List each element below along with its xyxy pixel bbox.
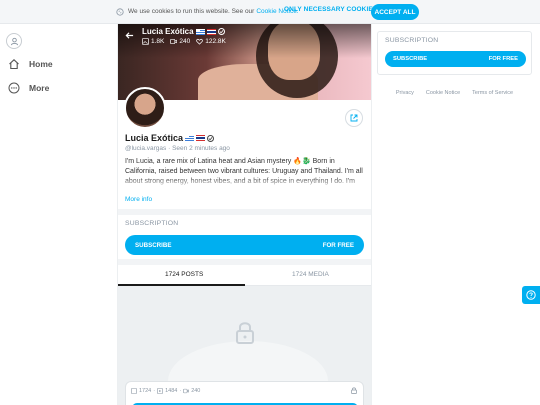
nav-item-label: Home [29,59,53,69]
help-icon [526,290,536,300]
accept-all-cookies-button[interactable]: ACCEPT ALL [371,4,419,20]
image-icon [131,388,137,394]
videos-count: 240 [170,38,190,45]
locked-post-card[interactable]: 1724 · 1484 · 240 [125,381,364,405]
share-button[interactable] [345,109,363,127]
post-media-stats: 1724 · 1484 · 240 [131,388,200,394]
image-icon [142,38,149,45]
nav-item-home[interactable]: Home [8,58,53,70]
last-seen: Seen 2 minutes ago [172,145,230,152]
more-info-link[interactable]: More info [125,196,152,203]
tab-posts[interactable]: 1724 POSTS [165,271,203,278]
subscription-title: SUBSCRIPTION [125,220,179,227]
cookie-notice-link[interactable]: Cookie Notice [426,90,460,96]
photos-count: 1.8K [142,38,164,45]
cover-stats: 1.8K 240 122.8K [142,38,226,45]
tab-media[interactable]: 1724 MEDIA [292,271,329,278]
video-icon [170,38,178,45]
lock-icon [351,387,357,394]
share-icon [350,114,358,122]
verified-icon [207,134,215,142]
likes-count: 122.8K [196,38,226,45]
back-arrow-icon[interactable] [125,31,134,40]
cookie-icon [116,7,124,16]
thailand-flag-icon [206,28,216,35]
profile-column: Lucia Exótica 1.8K 240 122.8K Lucia Exót… [117,24,372,405]
privacy-link[interactable]: Privacy [396,90,414,96]
cookie-text: We use cookies to run this website. See … [128,8,255,15]
subscribe-label: SUBSCRIBE [135,241,172,249]
cover-profile-name: Lucia Exótica [142,27,225,36]
cookie-banner: We use cookies to run this website. See … [0,0,540,24]
media-icon [157,388,164,394]
subscribe-label: SUBSCRIBE [393,56,428,62]
subscription-sidebar: SUBSCRIPTION SUBSCRIBE FOR FREE [377,31,532,75]
subscribe-button[interactable]: SUBSCRIBE FOR FREE [125,235,364,255]
lock-icon [236,322,254,344]
terms-of-service-link[interactable]: Terms of Service [472,90,513,96]
more-dots-icon [8,82,20,94]
thailand-flag-icon [196,135,206,141]
user-avatar-placeholder[interactable] [6,33,22,49]
user-icon [10,37,18,45]
profile-handle-line: @lucia.vargas · Seen 2 minutes ago [125,145,230,152]
cover-photo: Lucia Exótica 1.8K 240 122.8K [118,24,371,100]
price-label: FOR FREE [488,56,518,62]
footer-links: Privacy Cookie Notice Terms of Service [377,90,532,96]
uruguay-flag-icon [195,28,205,35]
only-necessary-cookies-button[interactable]: ONLY NECESSARY COOKIES [284,6,377,13]
subscription-title: SUBSCRIPTION [385,37,439,44]
nav-item-label: More [29,83,50,93]
uruguay-flag-icon [185,135,195,141]
divider [118,209,371,215]
price-label: FOR FREE [322,241,354,249]
content-tabs: 1724 POSTS 1724 MEDIA [118,265,371,286]
profile-handle: @lucia.vargas [125,145,167,152]
verified-icon [217,28,225,35]
nav-item-more[interactable]: More [8,82,49,94]
profile-name: Lucia Exótica [125,133,215,143]
home-icon [9,59,19,70]
video-icon [183,388,190,394]
sidebar-subscribe-button[interactable]: SUBSCRIBE FOR FREE [385,51,526,67]
help-button[interactable] [522,286,540,304]
profile-avatar[interactable] [124,87,166,129]
heart-icon [196,38,203,45]
